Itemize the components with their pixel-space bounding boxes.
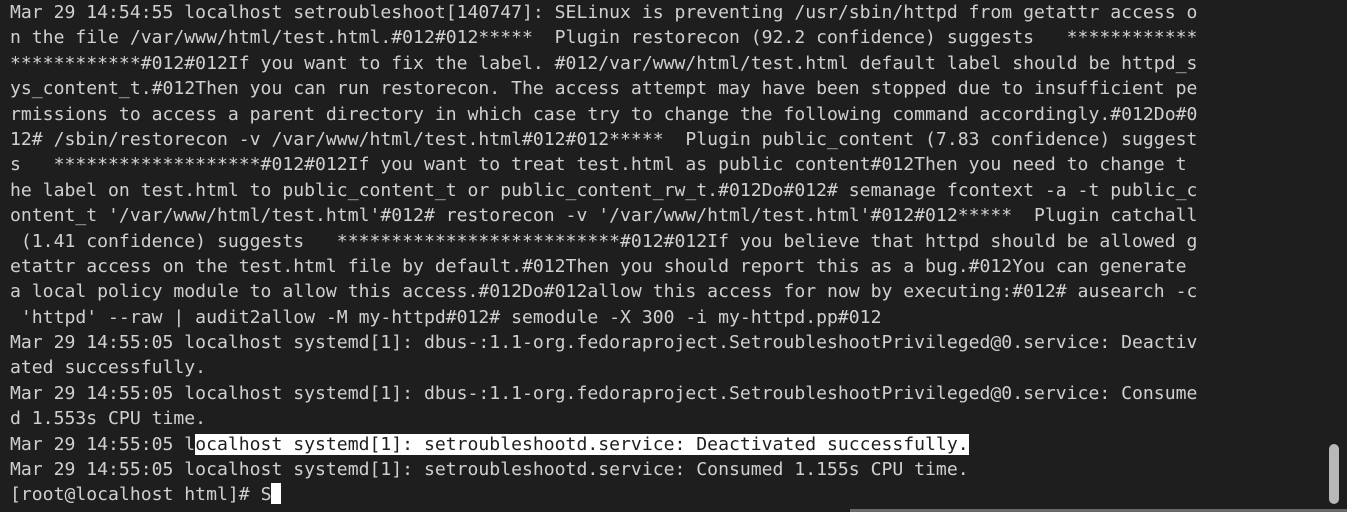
log-lines: Mar 29 14:54:55 localhost setroubleshoot…	[10, 0, 1317, 432]
log-line: Mar 29 14:54:55 localhost setroubleshoot…	[10, 2, 1198, 23]
log-line: n the file /var/www/html/test.html.#012#…	[10, 27, 1198, 49]
highlighted-log-line: Mar 29 14:55:05 localhost systemd[1]: se…	[10, 432, 1317, 457]
scrollbar-thumb[interactable]	[1329, 444, 1339, 504]
command-input[interactable]: S	[261, 484, 272, 505]
log-line: d 1.553s CPU time.	[10, 408, 207, 430]
log-line: a local policy module to allow this acce…	[10, 281, 1198, 303]
log-line: Mar 29 14:55:05 localhost systemd[1]: db…	[10, 382, 1198, 404]
log-line: ontent_t '/var/www/html/test.html'#012# …	[10, 205, 1198, 227]
log-line: 12# /sbin/restorecon -v /var/www/html/te…	[10, 128, 1198, 150]
log-line: 'httpd' --raw | audit2allow -M my-httpd#…	[10, 306, 882, 328]
log-line: he label on test.html to public_content_…	[10, 179, 1198, 201]
text-selection[interactable]: ocalhost systemd[1]: setroubleshootd.ser…	[195, 433, 969, 455]
log-lines-after: Mar 29 14:55:05 localhost systemd[1]: se…	[10, 457, 1317, 482]
terminal-window[interactable]: Mar 29 14:54:55 localhost setroubleshoot…	[0, 0, 1347, 512]
log-line: s *******************#012#012If you want…	[10, 154, 1187, 176]
log-line: ************#012#012If you want to fix t…	[10, 52, 1198, 74]
highlight-line-prefix: Mar 29 14:55:05 l	[10, 433, 196, 455]
terminal-output[interactable]: Mar 29 14:54:55 localhost setroubleshoot…	[10, 0, 1317, 512]
vertical-scrollbar[interactable]	[1325, 0, 1347, 512]
log-line: etattr access on the test.html file by d…	[10, 255, 1198, 277]
shell-prompt: [root@localhost html]#	[10, 484, 261, 506]
log-line: rmissions to access a parent directory i…	[10, 103, 1198, 125]
log-line: Mar 29 14:55:05 localhost systemd[1]: se…	[10, 459, 969, 481]
text-cursor	[271, 483, 282, 505]
log-line: (1.41 confidence) suggests *************…	[10, 230, 1198, 252]
log-line: Mar 29 14:55:05 localhost systemd[1]: db…	[10, 332, 1198, 354]
command-line[interactable]: [root@localhost html]# S	[10, 482, 1317, 507]
log-line: ated successfully.	[10, 357, 207, 379]
log-line: ys_content_t.#012Then you can run restor…	[10, 78, 1198, 100]
